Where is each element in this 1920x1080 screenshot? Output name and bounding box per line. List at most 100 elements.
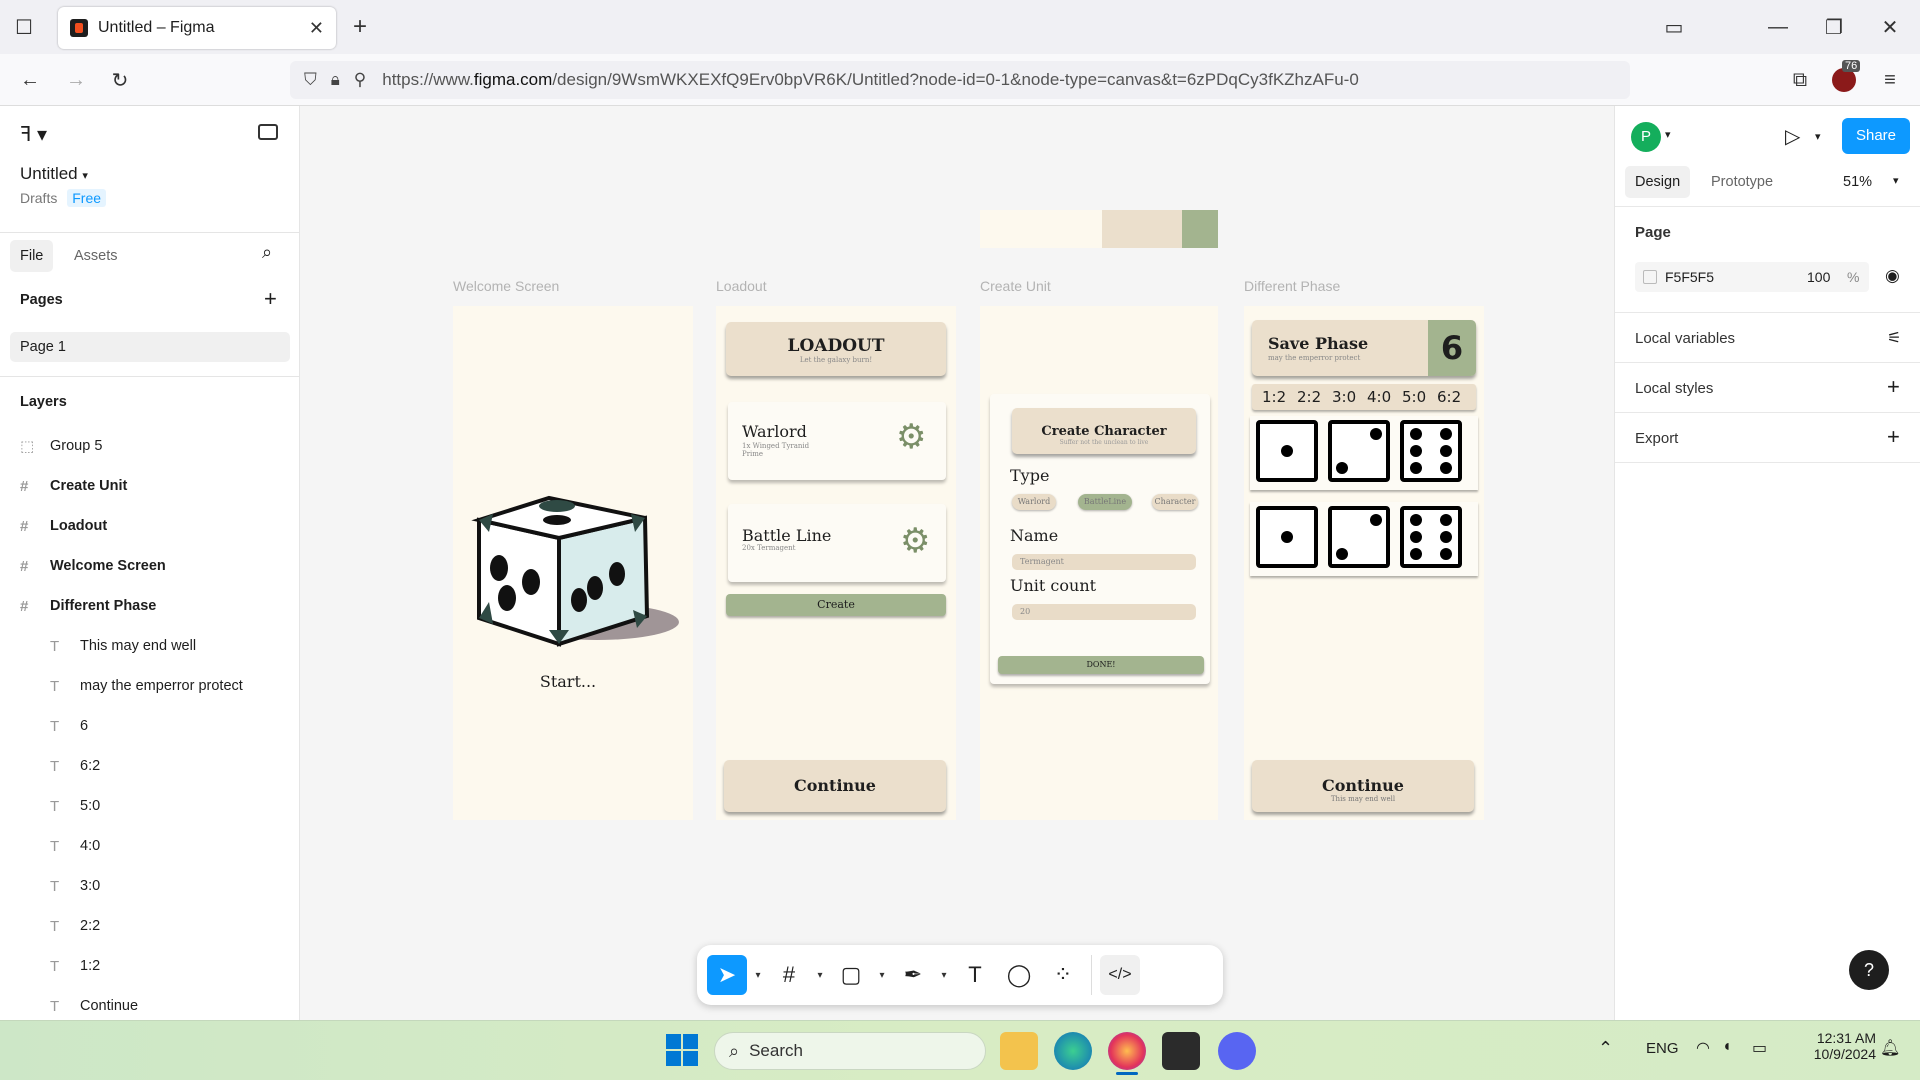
frame-loadout[interactable]: LOADOUT Let the galaxy burn! Warlord 1x … — [716, 306, 956, 820]
panel-toggle-icon[interactable] — [258, 124, 278, 140]
die-two-icon[interactable] — [1328, 506, 1390, 568]
name-input[interactable]: Termagent — [1012, 554, 1196, 570]
layer-text[interactable]: T 5:0 — [50, 786, 100, 826]
palette-swatch-cream[interactable] — [980, 210, 1102, 248]
layer-text[interactable]: T This may end well — [50, 626, 196, 666]
chevron-down-icon[interactable]: ▾ — [751, 970, 765, 981]
design-canvas[interactable]: Welcome Screen Start... Loadout LOADOUT … — [300, 106, 1614, 1020]
unit-count-input[interactable]: 20 — [1012, 604, 1196, 620]
reload-icon[interactable]: ↻ — [104, 64, 136, 96]
clock[interactable]: 12:31 AM 10/9/2024 — [1796, 1030, 1876, 1062]
ratio-6[interactable]: 6:2 — [1437, 388, 1461, 406]
frame-welcome-screen[interactable]: Start... — [453, 306, 693, 820]
die-six-icon[interactable] — [1400, 506, 1462, 568]
tab-close-icon[interactable]: ✕ — [309, 18, 324, 39]
page-color-field[interactable]: F5F5F5 100 % — [1635, 262, 1869, 292]
tray-chevron-up-icon[interactable]: ⌃ — [1598, 1038, 1613, 1059]
user-avatar[interactable]: P — [1631, 122, 1661, 152]
ratio-5[interactable]: 5:0 — [1402, 388, 1426, 406]
start-text[interactable]: Start... — [453, 672, 683, 691]
tab-list-icon[interactable]: ☐ — [8, 11, 40, 43]
figma-menu-icon[interactable]: ꟻ ▾ — [20, 122, 47, 147]
comment-tool-icon[interactable]: ◯ — [999, 955, 1039, 995]
firefox-icon[interactable] — [1108, 1032, 1146, 1070]
phase-continue-button[interactable]: Continue This may end well — [1252, 760, 1474, 812]
menu-icon[interactable]: ≡ — [1874, 64, 1906, 96]
layer-text[interactable]: T 1:2 — [50, 946, 100, 986]
layer-text[interactable]: T6 — [50, 706, 88, 746]
minimize-icon[interactable]: — — [1762, 11, 1794, 43]
chevron-down-icon[interactable]: ▾ — [1665, 128, 1671, 141]
tracking-shield-icon[interactable]: ⛉ — [304, 70, 317, 90]
back-icon[interactable]: ← — [14, 64, 46, 96]
color-swatch[interactable] — [1643, 270, 1657, 284]
extensions-icon[interactable]: ⧉ — [1784, 64, 1816, 96]
loadout-continue-button[interactable]: Continue — [724, 760, 946, 812]
volume-icon[interactable]: ◖ — [1722, 1038, 1732, 1056]
permissions-icon[interactable]: ⚲ — [354, 70, 366, 90]
search-icon[interactable]: ⌕ — [262, 242, 272, 263]
sidebar-toggle-icon[interactable]: ▭ — [1658, 11, 1690, 43]
browser-tab[interactable]: Untitled – Figma ✕ — [58, 7, 336, 49]
layer-text[interactable]: Tmay the emperror protect — [50, 666, 243, 706]
warlord-card[interactable]: Warlord 1x Winged Tyranid Prime ⚙ — [728, 402, 946, 480]
edge-browser-icon[interactable] — [1054, 1032, 1092, 1070]
create-character-panel[interactable]: Create Character Suffer not the unclean … — [990, 394, 1210, 684]
forward-icon[interactable]: → — [60, 64, 92, 96]
help-button[interactable]: ? — [1849, 950, 1889, 990]
loadout-header[interactable]: LOADOUT Let the galaxy burn! — [726, 322, 946, 376]
ratio-2[interactable]: 2:2 — [1297, 388, 1321, 406]
die-one-icon[interactable] — [1256, 506, 1318, 568]
restore-icon[interactable]: ❐ — [1818, 11, 1850, 43]
layer-welcome-screen[interactable]: # Welcome Screen — [20, 546, 166, 586]
palette-swatch-green[interactable] — [1182, 210, 1218, 248]
layer-text[interactable]: T 2:2 — [50, 906, 100, 946]
palette-swatch-tan[interactable] — [1102, 210, 1182, 248]
language-indicator[interactable]: ENG — [1646, 1040, 1679, 1057]
terminal-icon[interactable] — [1162, 1032, 1200, 1070]
add-style-icon[interactable]: + — [1887, 374, 1900, 400]
add-page-icon[interactable]: + — [264, 286, 277, 312]
variables-sliders-icon[interactable]: ⚟ — [1887, 328, 1901, 348]
die-one-icon[interactable] — [1256, 420, 1318, 482]
page-item-1[interactable]: Page 1 — [10, 332, 290, 362]
battery-icon[interactable]: ▭ — [1752, 1038, 1767, 1058]
file-explorer-icon[interactable] — [1000, 1032, 1038, 1070]
file-location[interactable]: Drafts — [20, 190, 57, 206]
gear-icon[interactable]: ⚙ — [896, 420, 926, 454]
tab-design[interactable]: Design — [1625, 166, 1691, 198]
frame-label-loadout[interactable]: Loadout — [716, 278, 767, 294]
type-option-warlord[interactable]: Warlord — [1012, 494, 1056, 510]
actions-tool-icon[interactable]: ⁘ — [1043, 955, 1083, 995]
ratio-1[interactable]: 1:2 — [1262, 388, 1286, 406]
frame-label-different-phase[interactable]: Different Phase — [1244, 278, 1340, 294]
window-close-icon[interactable]: ✕ — [1874, 11, 1906, 43]
chevron-down-icon[interactable]: ▾ — [875, 970, 889, 981]
type-option-character[interactable]: Character — [1152, 494, 1198, 510]
page-opacity-value[interactable]: 100 — [1807, 269, 1830, 285]
create-character-header[interactable]: Create Character Suffer not the unclean … — [1012, 408, 1196, 454]
ratio-3[interactable]: 3:0 — [1332, 388, 1356, 406]
local-styles-label[interactable]: Local styles — [1635, 380, 1713, 397]
done-button[interactable]: DONE! — [998, 656, 1204, 674]
file-name-menu[interactable]: Untitled ▾ — [20, 164, 88, 184]
text-tool-icon[interactable]: T — [955, 955, 995, 995]
layer-loadout[interactable]: # Loadout — [20, 506, 107, 546]
chevron-down-icon[interactable]: ▾ — [813, 970, 827, 981]
zoom-level[interactable]: 51% — [1843, 166, 1872, 198]
save-phase-header[interactable]: Save Phase may the emperror protect 6 — [1252, 320, 1476, 376]
layer-different-phase[interactable]: # Different Phase — [20, 586, 156, 626]
url-bar[interactable]: ⛉ 🔒︎ ⚲ https://www. figma.com/design/9Wsm… — [290, 61, 1630, 99]
present-play-icon[interactable]: ▷ — [1785, 124, 1800, 149]
wifi-icon[interactable]: ◠ — [1696, 1038, 1710, 1058]
frame-create-unit[interactable]: Create Character Suffer not the unclean … — [980, 306, 1218, 820]
gear-icon[interactable]: ⚙ — [900, 524, 930, 558]
discord-icon[interactable] — [1218, 1032, 1256, 1070]
notification-bell-icon[interactable]: 🔔︎ — [1880, 1038, 1900, 1058]
layer-text[interactable]: T 3:0 — [50, 866, 100, 906]
die-six-icon[interactable] — [1400, 420, 1462, 482]
chevron-down-icon[interactable]: ▾ — [1815, 130, 1821, 143]
chevron-down-icon[interactable]: ▾ — [1893, 174, 1899, 187]
export-label[interactable]: Export — [1635, 430, 1678, 447]
tab-prototype[interactable]: Prototype — [1711, 166, 1773, 198]
